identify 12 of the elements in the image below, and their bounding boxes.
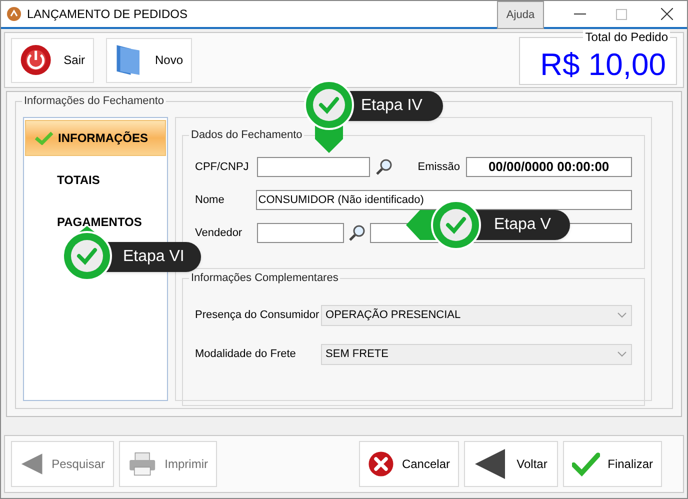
window-title: LANÇAMENTO DE PEDIDOS bbox=[27, 6, 188, 23]
field-label: Emissão bbox=[418, 160, 461, 175]
field-label: Presença do Consumidor bbox=[195, 308, 320, 323]
total-label: Total do Pedido bbox=[583, 30, 670, 44]
issue-date-field: 00/00/0000 00:00:00 bbox=[466, 157, 632, 177]
field-label: Vendedor bbox=[195, 226, 244, 241]
total-value: R$ 10,00 bbox=[540, 47, 666, 83]
field-label: Modalidade do Frete bbox=[195, 346, 297, 362]
group-title: Informações Complementares bbox=[189, 271, 340, 285]
field-label: CPF/CNPJ bbox=[195, 160, 250, 175]
section-title: Informações do Fechamento bbox=[22, 94, 166, 108]
field-label: Nome bbox=[195, 192, 226, 208]
